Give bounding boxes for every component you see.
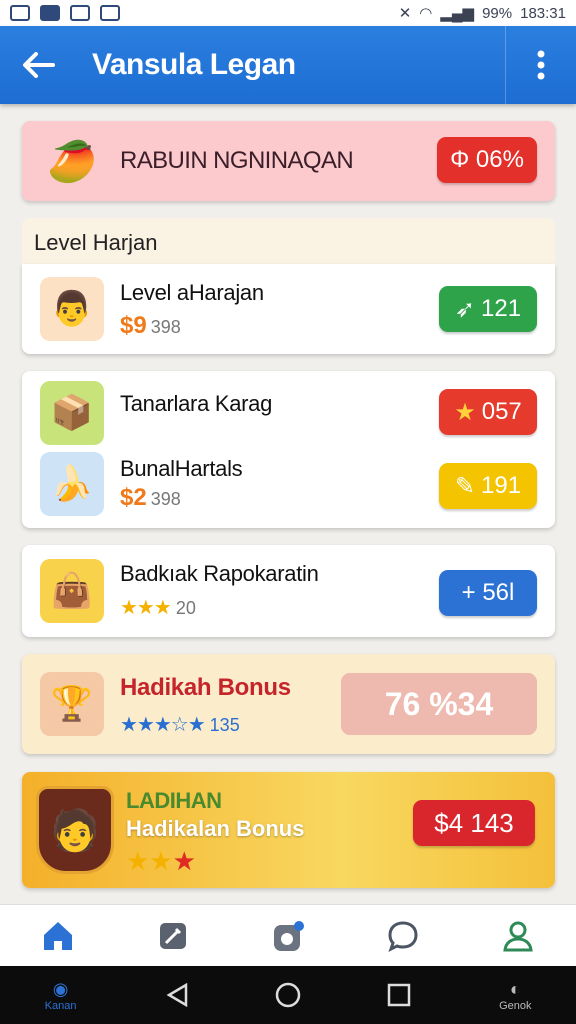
promo-badge-button[interactable]: Φ 06%: [437, 137, 537, 183]
item-title: Tanarlara Karag: [120, 391, 273, 416]
section-header: Level Harjan: [22, 218, 555, 264]
bonus2-badge-button[interactable]: $4 143: [413, 800, 535, 846]
item-badge-value: 191: [481, 472, 522, 499]
notification-icon: [100, 5, 120, 21]
battery-level: 99%: [482, 4, 513, 22]
price-sub: 398: [150, 489, 181, 509]
list-item[interactable]: 👨 Level aHarajan $9 398 ➶ 121: [22, 264, 555, 354]
crest-icon: 🧑: [36, 786, 114, 874]
mute-icon: ✕: [398, 5, 412, 22]
notification-icon: [70, 5, 90, 21]
person-icon: 👨: [40, 277, 104, 341]
rating-count: 20: [175, 598, 196, 618]
item-badge-value: + 56l: [461, 579, 515, 606]
item-price: $9 398: [120, 312, 181, 340]
bonus-rating: ★★★☆★ 135: [120, 712, 240, 737]
app-bar: Vansula Legan: [0, 26, 576, 104]
status-notification-icons: [10, 5, 120, 21]
back-button[interactable]: [0, 26, 76, 104]
triangle-back-icon: [166, 983, 188, 1007]
star-rating: ★★★: [126, 846, 196, 876]
list-group: 📦 Tanarlara Karag ★ 057 🍌 BunalHartals $2…: [22, 371, 555, 528]
sys-left[interactable]: ◉ Kanan: [26, 979, 96, 1012]
item-badge-value: 121: [481, 295, 522, 322]
section-header-label: Level Harjan: [34, 230, 158, 255]
chat-icon: [388, 920, 418, 952]
star-rating: ★★★☆★: [120, 714, 206, 736]
bag-icon: 👜: [40, 559, 104, 623]
bonus-card[interactable]: 🏆 Hadikah Bonus ★★★☆★ 135 76 %34: [22, 654, 555, 754]
item-title: BunalHartals: [120, 456, 243, 481]
clock: 183:31: [520, 4, 566, 22]
overflow-menu-button[interactable]: [506, 26, 576, 104]
nav-badges[interactable]: [258, 911, 318, 961]
square-recents-icon: [387, 983, 411, 1007]
sys-left-label: Kanan: [44, 999, 77, 1012]
recents-nav-button[interactable]: [369, 970, 429, 1020]
bonus-badge-button[interactable]: 76 %34: [341, 673, 537, 735]
list-item[interactable]: 🍌 BunalHartals $2 398 ✎ 191: [22, 446, 555, 536]
home-nav-button[interactable]: [258, 970, 318, 1020]
profile-icon: [503, 921, 534, 951]
more-vertical-icon: [537, 50, 545, 80]
promo-title: RABUIN NGNINAQAN: [120, 147, 354, 174]
item-badge-button[interactable]: ★ 057: [439, 389, 537, 435]
system-navigation-bar: ◉ Kanan ◐ Genok: [0, 966, 576, 1024]
page-title: Vansula Legan: [92, 48, 296, 81]
nav-edit[interactable]: [143, 911, 203, 961]
bonus2-card[interactable]: 🧑 LADIHAN Hadikalan Bonus ★★★ $4 143: [22, 772, 555, 888]
bonus2-badge-value: $4 143: [434, 807, 514, 838]
item-title: Level aHarajan: [120, 280, 264, 305]
trophy-icon: 🏆: [40, 672, 104, 736]
item-title: Badkıak Rapokaratin: [120, 561, 319, 586]
bonus2-title: Hadikalan Bonus: [126, 816, 305, 841]
item-price: $2 398: [120, 484, 181, 512]
item-rating: ★★★ 20: [120, 595, 196, 620]
banana-icon: 🍌: [40, 452, 104, 516]
nav-home[interactable]: [28, 911, 88, 961]
settings-icon: ◐: [509, 978, 521, 999]
price-value: $9: [120, 312, 147, 339]
signal-icon: ▂▄▆: [440, 5, 475, 22]
price-sub: 398: [150, 317, 181, 337]
circle-home-icon: [275, 982, 301, 1008]
arrow-left-icon: [23, 52, 55, 78]
rating-count: 135: [209, 715, 240, 735]
notification-icon: [10, 5, 30, 21]
list-item[interactable]: 👜 Badkıak Rapokaratin ★★★ 20 + 56l: [22, 545, 555, 637]
item-badge-button[interactable]: ✎ 191: [439, 463, 537, 509]
status-bar: ✕ ◠ ▂▄▆ 99% 183:31: [0, 0, 576, 26]
bonus2-label: LADIHAN: [126, 788, 222, 813]
back-nav-button[interactable]: [147, 970, 207, 1020]
item-badge-value: 057: [481, 398, 522, 425]
bonus-title: Hadikah Bonus: [120, 674, 291, 701]
item-badge-button[interactable]: + 56l: [439, 570, 537, 616]
sys-right-label: Genok: [499, 999, 532, 1012]
bonus-badge-value: 76 %34: [384, 685, 494, 722]
fruit-bowl-icon: 🥭: [47, 139, 97, 184]
pen-icon: ✎: [454, 472, 476, 500]
star-icon: ★: [454, 398, 476, 426]
chest-icon: 📦: [40, 381, 104, 445]
star-rating: ★★★: [120, 597, 172, 619]
assistant-icon: ◉: [52, 978, 69, 999]
price-value: $2: [120, 484, 147, 511]
nav-chat[interactable]: [373, 911, 433, 961]
bottom-navigation: [0, 904, 576, 966]
nav-profile[interactable]: [488, 911, 548, 961]
item-badge-button[interactable]: ➶ 121: [439, 286, 537, 332]
sys-right[interactable]: ◐ Genok: [480, 979, 550, 1012]
wifi-icon: ◠: [419, 5, 433, 22]
promo-badge-value: Φ 06%: [450, 146, 524, 173]
status-right: ✕ ◠ ▂▄▆ 99% 183:31: [398, 4, 566, 23]
edit-icon: [159, 922, 186, 949]
notification-icon: [40, 5, 60, 21]
badge-icon: [273, 920, 304, 951]
promo-card[interactable]: 🥭 RABUIN NGNINAQAN Φ 06%: [22, 121, 555, 201]
leaf-icon: ➶: [454, 295, 476, 323]
home-icon: [43, 921, 72, 950]
